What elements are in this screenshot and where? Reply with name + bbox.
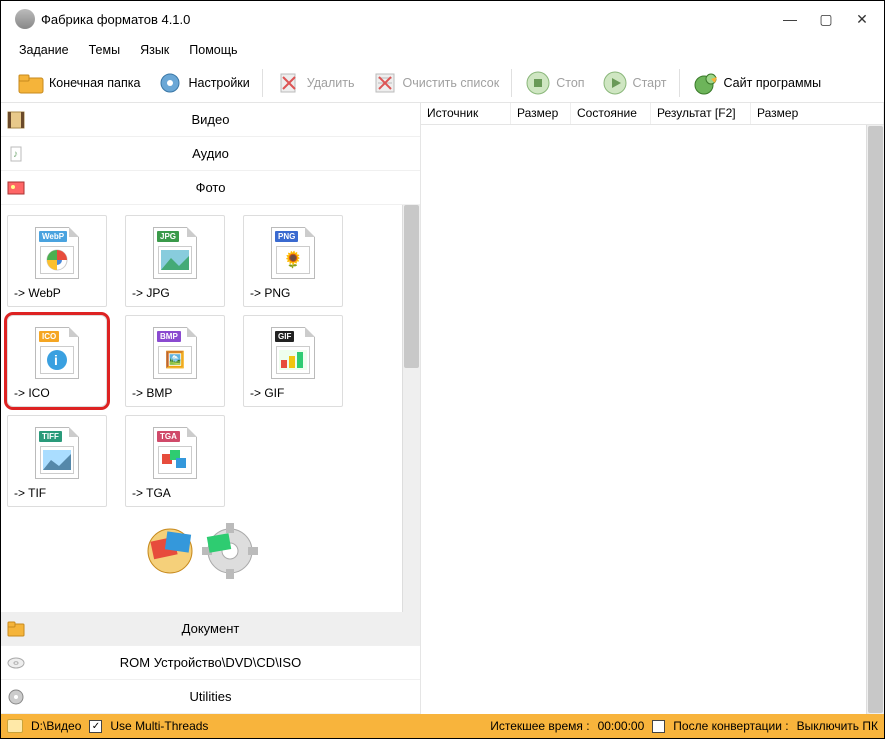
folder-icon[interactable]: [7, 719, 23, 733]
category-photo[interactable]: Фото: [1, 171, 420, 205]
left-panel: Видео ♪ Аудио Фото WebP -> WebP JPG: [1, 103, 421, 714]
output-path[interactable]: D:\Видео: [31, 719, 81, 733]
window-title: Фабрика форматов 4.1.0: [41, 12, 772, 27]
format-label: -> JPG: [132, 286, 218, 302]
category-label: Фото: [31, 180, 420, 195]
format-label: -> TGA: [132, 486, 218, 502]
col-size[interactable]: Размер: [511, 103, 571, 124]
start-icon: [601, 69, 629, 97]
site-label: Сайт программы: [724, 76, 822, 90]
category-label: Utilities: [31, 689, 420, 704]
format-jpg[interactable]: JPG -> JPG: [125, 215, 225, 307]
file-list: [421, 125, 884, 714]
multithreads-checkbox[interactable]: [89, 720, 102, 733]
category-audio[interactable]: ♪ Аудио: [1, 137, 420, 171]
list-scrollbar[interactable]: [866, 125, 884, 714]
format-bmp[interactable]: BMP🖼️ -> BMP: [125, 315, 225, 407]
output-folder-label: Конечная папка: [49, 76, 140, 90]
category-video[interactable]: Видео: [1, 103, 420, 137]
gear-icon: [156, 69, 184, 97]
close-button[interactable]: ✕: [844, 5, 880, 33]
formats-scrollbar[interactable]: [402, 205, 420, 612]
col-size2[interactable]: Размер: [751, 103, 884, 124]
right-panel: Источник Размер Состояние Результат [F2]…: [421, 103, 884, 714]
maximize-button[interactable]: ▢: [808, 5, 844, 33]
format-label: -> GIF: [250, 386, 336, 402]
gear-icon: [1, 688, 31, 706]
separator: [679, 69, 680, 97]
elapsed-value: 00:00:00: [598, 719, 645, 733]
after-checkbox[interactable]: [652, 720, 665, 733]
settings-label: Настройки: [188, 76, 249, 90]
title-bar: Фабрика форматов 4.1.0 — ▢ ✕: [1, 1, 884, 37]
format-tga[interactable]: TGA -> TGA: [125, 415, 225, 507]
delete-label: Удалить: [307, 76, 355, 90]
menu-bar: Задание Темы Язык Помощь: [1, 37, 884, 63]
menu-help[interactable]: Помощь: [179, 39, 247, 61]
column-headers: Источник Размер Состояние Результат [F2]…: [421, 103, 884, 125]
col-state[interactable]: Состояние: [571, 103, 651, 124]
start-button[interactable]: Старт: [593, 67, 675, 99]
photo-icon: [1, 179, 31, 197]
video-icon: [1, 111, 31, 129]
stop-button[interactable]: Стоп: [516, 67, 592, 99]
category-label: Видео: [31, 112, 420, 127]
settings-button[interactable]: Настройки: [148, 67, 257, 99]
minimize-button[interactable]: —: [772, 5, 808, 33]
format-ico[interactable]: ICOi -> ICO: [7, 315, 107, 407]
category-document[interactable]: Документ: [1, 612, 420, 646]
globe-icon: [692, 69, 720, 97]
delete-button[interactable]: Удалить: [267, 67, 363, 99]
multithreads-label: Use Multi-Threads: [110, 719, 208, 733]
format-label: -> ICO: [14, 386, 100, 402]
category-rom[interactable]: ROM Устройство\DVD\CD\ISO: [1, 646, 420, 680]
format-label: -> TIF: [14, 486, 100, 502]
format-label: -> BMP: [132, 386, 218, 402]
after-label: После конвертации :: [673, 719, 788, 733]
utility-graphic-icon: [140, 521, 270, 579]
stop-icon: [524, 69, 552, 97]
audio-icon: ♪: [1, 145, 31, 163]
format-gif[interactable]: GIF -> GIF: [243, 315, 343, 407]
site-button[interactable]: Сайт программы: [684, 67, 830, 99]
format-png[interactable]: PNG🌻 -> PNG: [243, 215, 343, 307]
status-bar: D:\Видео Use Multi-Threads Истекшее врем…: [1, 714, 884, 738]
menu-themes[interactable]: Темы: [79, 39, 130, 61]
app-icon: [15, 9, 35, 29]
menu-language[interactable]: Язык: [130, 39, 179, 61]
category-label: Аудио: [31, 146, 420, 161]
category-label: ROM Устройство\DVD\CD\ISO: [31, 655, 420, 670]
col-result[interactable]: Результат [F2]: [651, 103, 751, 124]
folder-icon: [17, 69, 45, 97]
separator: [262, 69, 263, 97]
category-utilities[interactable]: Utilities: [1, 680, 420, 714]
clear-icon: [371, 69, 399, 97]
start-label: Старт: [633, 76, 667, 90]
stop-label: Стоп: [556, 76, 584, 90]
svg-text:♪: ♪: [13, 149, 18, 160]
format-label: -> WebP: [14, 286, 100, 302]
clear-label: Очистить список: [403, 76, 500, 90]
after-value: Выключить ПК: [797, 719, 878, 733]
document-icon: [1, 621, 31, 637]
svg-text:i: i: [54, 352, 58, 368]
menu-task[interactable]: Задание: [9, 39, 79, 61]
format-label: -> PNG: [250, 286, 336, 302]
formats-grid: WebP -> WebP JPG -> JPG PNG🌻 -> PNG ICOi: [1, 205, 402, 612]
toolbar: Конечная папка Настройки Удалить Очистит…: [1, 63, 884, 103]
separator: [511, 69, 512, 97]
elapsed-label: Истекшее время :: [490, 719, 589, 733]
category-label: Документ: [31, 621, 420, 636]
disc-icon: [1, 654, 31, 672]
col-source[interactable]: Источник: [421, 103, 511, 124]
utility-icons: [7, 515, 402, 585]
delete-icon: [275, 69, 303, 97]
format-tif[interactable]: TIFF -> TIF: [7, 415, 107, 507]
format-webp[interactable]: WebP -> WebP: [7, 215, 107, 307]
clear-list-button[interactable]: Очистить список: [363, 67, 508, 99]
output-folder-button[interactable]: Конечная папка: [9, 67, 148, 99]
